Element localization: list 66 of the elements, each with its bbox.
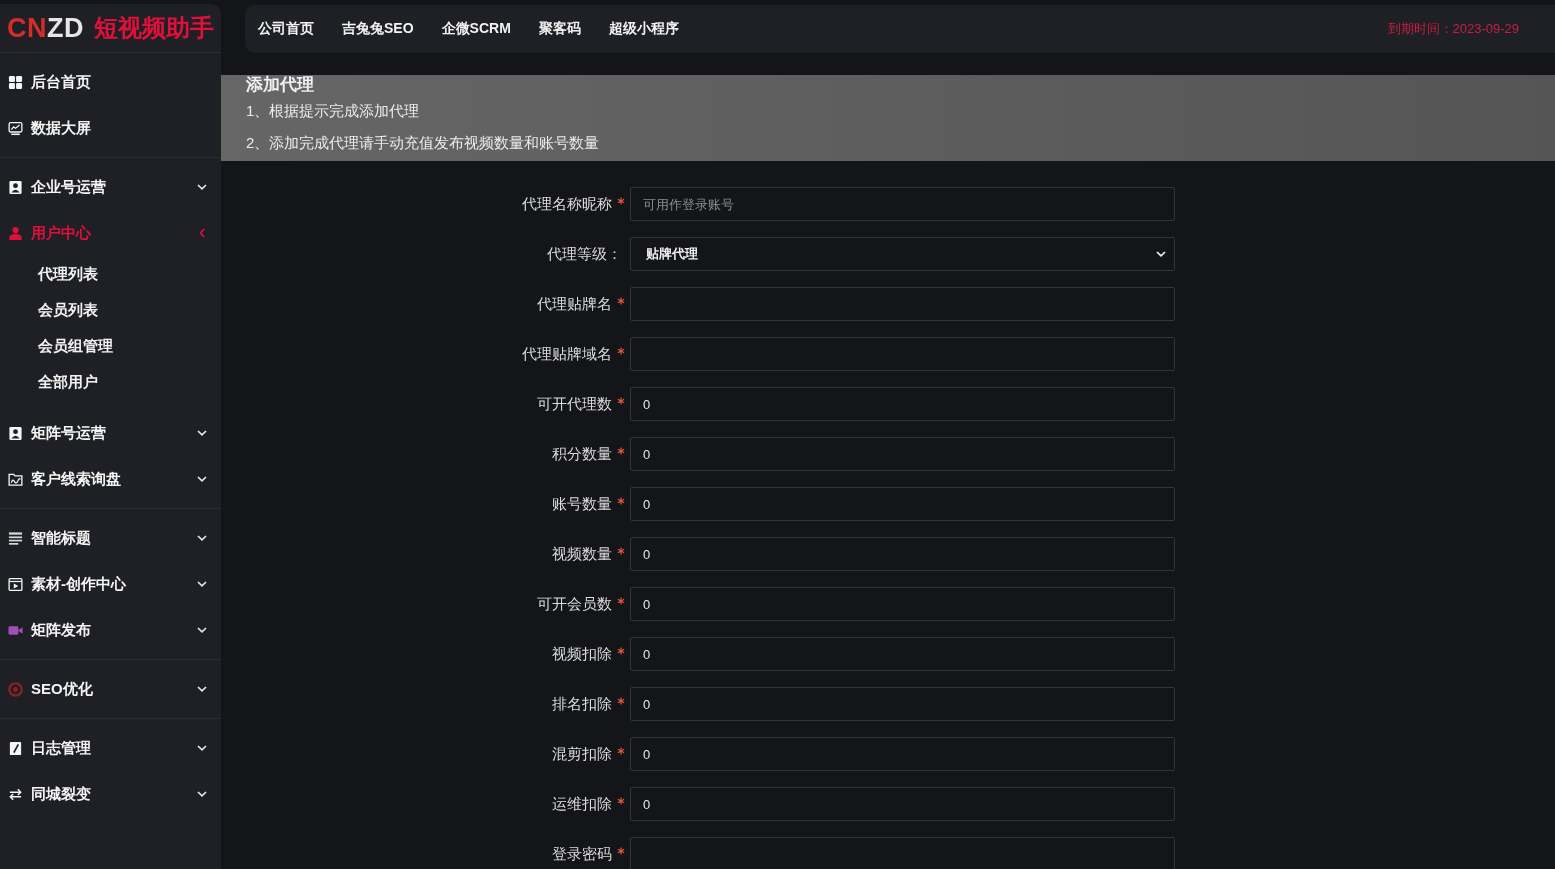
text-input[interactable]: 0 [630, 637, 1175, 671]
target-icon [8, 681, 23, 697]
text-input[interactable]: 可用作登录账号 [630, 187, 1175, 221]
logo-title: 短视频助手 [94, 13, 214, 43]
field-label: 登录密码 [552, 844, 612, 864]
sidebar-item[interactable]: 日志管理 [0, 725, 221, 771]
sidebar-item[interactable]: SEO优化 [0, 666, 221, 712]
nav-link[interactable]: 公司首页 [258, 20, 314, 38]
field-label: 排名扣除 [552, 694, 612, 714]
id-card-icon [8, 425, 23, 441]
field-label: 账号数量 [552, 494, 612, 514]
field-label: 运维扣除 [552, 794, 612, 814]
notice-text: 1、根据提示完成添加代理 [246, 101, 420, 121]
folder-chart-icon [8, 471, 23, 487]
submenu-item[interactable]: 会员列表 [0, 292, 221, 328]
nav-link[interactable]: 超级小程序 [608, 20, 679, 38]
notice-text: 2、添加完成代理请手动充值发布视频数量和账号数量 [246, 133, 600, 153]
text-lines-icon [8, 530, 23, 546]
field-label: 代理贴牌名 [537, 294, 612, 314]
notice-title: 添加代理 [246, 75, 314, 95]
sidebar-item[interactable]: 智能标题 [0, 515, 221, 561]
text-input[interactable]: 0 [630, 537, 1175, 571]
grid-icon [8, 74, 23, 90]
submenu-item[interactable]: 代理列表 [0, 256, 221, 292]
nav-link[interactable]: 聚客码 [538, 20, 581, 38]
sidebar-item[interactable]: 后台首页 [0, 59, 221, 105]
sidebar-item[interactable]: 数据大屏 [0, 105, 221, 151]
field-label: 可开会员数 [537, 594, 612, 614]
monitor-chart-icon [8, 120, 23, 136]
swap-arrows-icon [8, 786, 23, 802]
expiry-date: 到期时间：2023-09-29 [1387, 20, 1519, 38]
submenu-item[interactable]: 会员组管理 [0, 328, 221, 364]
text-input[interactable]: 0 [630, 487, 1175, 521]
text-input[interactable]: 0 [630, 587, 1175, 621]
text-input[interactable]: 0 [630, 687, 1175, 721]
text-input[interactable]: 0 [630, 387, 1175, 421]
person-icon [8, 225, 23, 241]
field-label: 代理名称昵称 [522, 194, 612, 214]
sidebar-item[interactable]: 同城裂变 [0, 771, 221, 817]
field-label: 代理贴牌域名 [522, 344, 612, 364]
text-input[interactable]: 0 [630, 437, 1175, 471]
select-field[interactable]: 贴牌代理 [630, 237, 1175, 271]
id-card-icon [8, 179, 23, 195]
text-input[interactable] [630, 287, 1175, 321]
sidebar-item[interactable]: 企业号运营 [0, 164, 221, 210]
sidebar-item[interactable]: 矩阵号运营 [0, 410, 221, 456]
sidebar-item[interactable]: 客户线索询盘 [0, 456, 221, 502]
caret-icon [1156, 251, 1166, 257]
nav-link[interactable]: 企微SCRM [441, 20, 511, 38]
field-label: 积分数量 [552, 444, 612, 464]
text-input[interactable] [630, 337, 1175, 371]
field-label: 视频扣除 [552, 644, 612, 664]
nav-link[interactable]: 吉兔兔SEO [342, 20, 414, 38]
field-label: 混剪扣除 [552, 744, 612, 764]
sidebar-item[interactable]: 素材-创作中心 [0, 561, 221, 607]
submenu-item[interactable]: 全部用户 [0, 364, 221, 400]
field-label: 代理等级： [547, 244, 622, 264]
text-input[interactable]: 0 [630, 787, 1175, 821]
password-input[interactable] [630, 837, 1175, 869]
logo-mark: CNZD [7, 13, 84, 43]
notebook-pen-icon [8, 740, 23, 756]
sidebar-item[interactable]: 矩阵发布 [0, 607, 221, 653]
field-label: 视频数量 [552, 544, 612, 564]
text-input[interactable]: 0 [630, 737, 1175, 771]
film-play-icon [8, 576, 23, 592]
field-label: 可开代理数 [537, 394, 612, 414]
